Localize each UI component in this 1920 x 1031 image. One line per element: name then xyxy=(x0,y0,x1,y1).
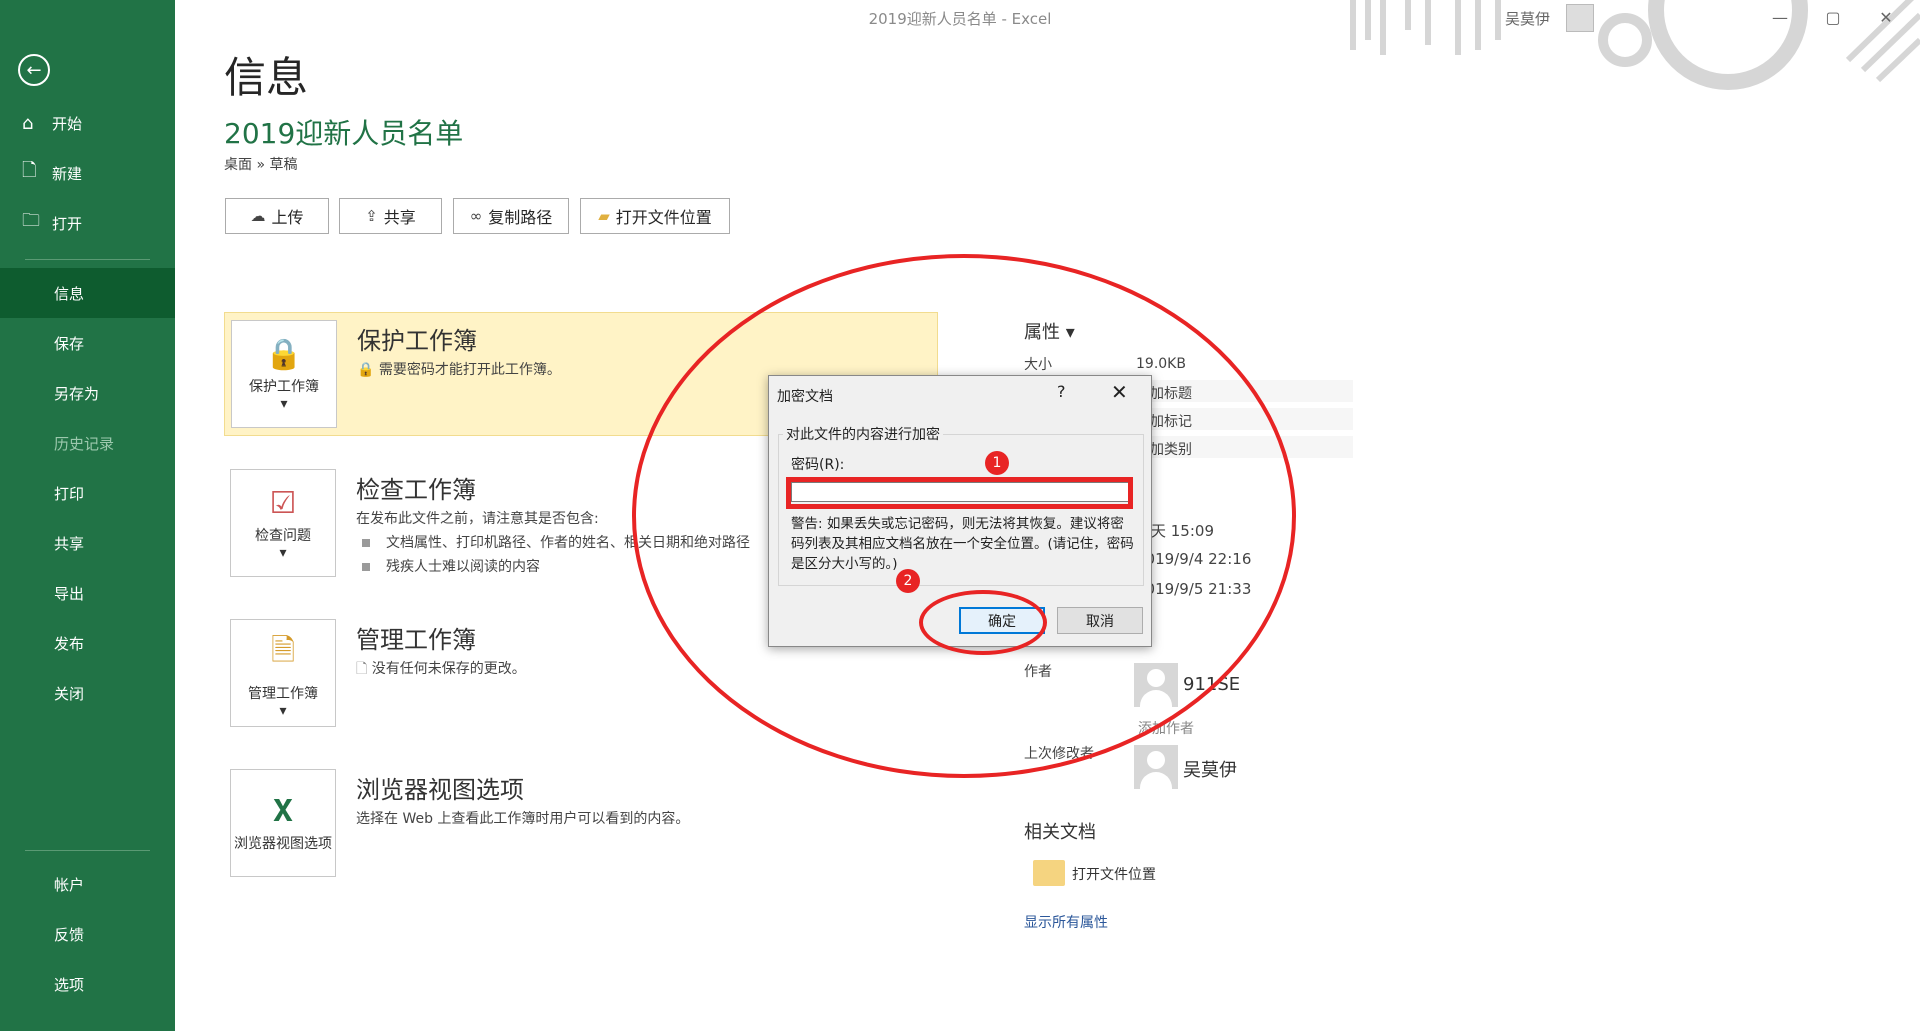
nav-options[interactable]: 选项 xyxy=(0,959,175,1009)
section-title: 浏览器视图选项 xyxy=(356,776,524,804)
section-description: 在发布此文件之前，请注意其是否包含: xyxy=(356,511,599,527)
nav-info[interactable]: 信息 xyxy=(0,268,175,318)
show-all-properties-link[interactable]: 显示所有属性 xyxy=(1024,912,1108,932)
account-name[interactable]: 吴莫伊 xyxy=(1505,8,1550,29)
related-documents-header: 相关文档 xyxy=(1024,822,1096,843)
nav-close[interactable]: 关闭 xyxy=(0,668,175,718)
backstage-sidebar: ← ⌂ 开始 🗋 新建 🗀 打开 信息 保存 另存为 历史记录 打印 共享 导出 发布… xyxy=(0,0,175,1031)
lock-icon: 🔒 xyxy=(265,336,303,372)
open-folder-icon: 🗀 xyxy=(22,210,40,231)
nav-export[interactable]: 导出 xyxy=(0,568,175,618)
folder-icon xyxy=(1033,860,1065,886)
annotation-password-box xyxy=(786,477,1133,509)
section-title: 管理工作簿 xyxy=(356,626,476,654)
copy-path-button[interactable]: ∞ 复制路径 xyxy=(453,198,569,234)
browser-view-icon: 𝐗 xyxy=(272,793,294,829)
nav-history: 历史记录 xyxy=(54,434,115,453)
nav-feedback[interactable]: 反馈 xyxy=(0,909,175,959)
section-title: 保护工作簿 xyxy=(357,327,477,355)
manage-icon: 🗎 xyxy=(270,632,296,668)
section-title: 检查工作簿 xyxy=(356,476,476,504)
nav-open[interactable]: 🗀 打开 xyxy=(0,198,175,248)
browser-view-options-button[interactable]: 𝐗 浏览器视图选项 xyxy=(230,769,336,877)
document-name: 2019迎新人员名单 xyxy=(224,117,464,150)
protect-workbook-button[interactable]: 🔒 保护工作簿 ▾ xyxy=(231,320,337,428)
manage-workbook-button[interactable]: 🗎 管理工作簿 ▾ xyxy=(230,619,336,727)
section-description: 选择在 Web 上查看此工作簿时用户可以看到的内容。 xyxy=(356,811,690,827)
close-button[interactable]: ✕ xyxy=(1866,4,1906,32)
nav-publish[interactable]: 发布 xyxy=(0,618,175,668)
nav-account[interactable]: 帐户 xyxy=(0,859,175,909)
open-file-location-link[interactable]: 打开文件位置 xyxy=(1072,864,1156,884)
open-file-location-button[interactable]: ▰ 打开文件位置 xyxy=(580,198,730,234)
minimize-button[interactable]: — xyxy=(1760,4,1800,32)
link-icon: ∞ xyxy=(469,207,483,225)
document-path: 桌面 » 草稿 xyxy=(224,157,298,173)
sidebar-divider xyxy=(25,259,150,260)
home-icon: ⌂ xyxy=(22,112,34,134)
inspect-icon: ☑ xyxy=(269,485,297,521)
upload-icon: ☁ xyxy=(250,207,266,225)
browser-view-section: 𝐗 浏览器视图选项 浏览器视图选项 选择在 Web 上查看此工作簿时用户可以看到… xyxy=(224,762,938,886)
nav-save[interactable]: 保存 xyxy=(0,318,175,368)
annotation-step-1: 1 xyxy=(985,451,1009,475)
section-description: 🔒 需要密码才能打开此工作簿。 xyxy=(357,362,561,378)
check-issues-button[interactable]: ☑ 检查问题 ▾ xyxy=(230,469,336,577)
nav-new[interactable]: 🗋 新建 xyxy=(0,148,175,198)
section-description: 🗋 没有任何未保存的更改。 xyxy=(356,661,526,677)
share-icon: ⇪ xyxy=(365,207,378,225)
maximize-button[interactable]: ▢ xyxy=(1813,4,1853,32)
folder-icon: ▰ xyxy=(598,207,610,225)
nav-save-as[interactable]: 另存为 xyxy=(0,368,175,418)
nav-share[interactable]: 共享 xyxy=(0,518,175,568)
annotation-ok-circle xyxy=(919,590,1047,655)
page-title: 信息 xyxy=(224,53,309,102)
back-arrow-icon[interactable]: ← xyxy=(18,54,50,86)
document-icon: 🗋 xyxy=(356,661,368,677)
small-lock-icon: 🔒 xyxy=(357,362,375,378)
upload-button[interactable]: ☁ 上传 xyxy=(225,198,329,234)
nav-home[interactable]: ⌂ 开始 xyxy=(0,98,175,148)
annotation-step-2: 2 xyxy=(896,569,920,593)
list-item: 残疾人士难以阅读的内容 xyxy=(362,556,540,576)
modifier-avatar xyxy=(1134,745,1178,789)
annotation-large-circle xyxy=(632,254,1296,778)
nav-print[interactable]: 打印 xyxy=(0,468,175,518)
account-avatar[interactable] xyxy=(1566,4,1594,32)
sidebar-divider xyxy=(25,850,150,851)
share-button[interactable]: ⇪ 共享 xyxy=(339,198,442,234)
last-modified-by-name: 吴莫伊 xyxy=(1183,760,1237,781)
new-file-icon: 🗋 xyxy=(22,160,37,181)
